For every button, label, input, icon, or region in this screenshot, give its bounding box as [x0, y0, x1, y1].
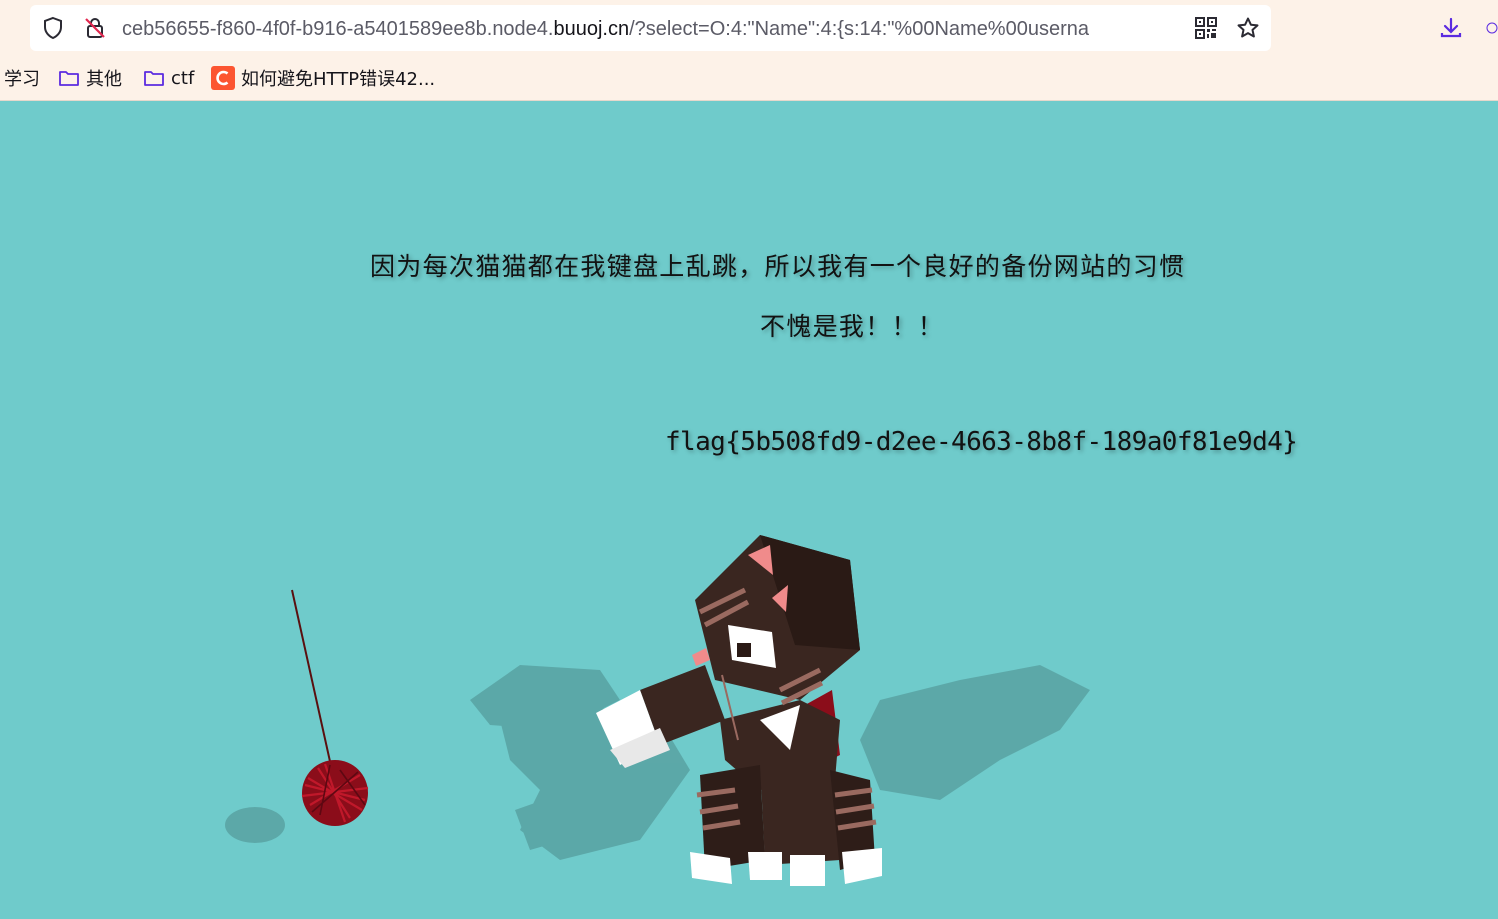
browser-chrome: ceb56655-f860-4f0f-b916-a5401589ee8b.nod…	[0, 0, 1498, 101]
page-content: 因为每次猫猫都在我键盘上乱跳，所以我有一个良好的备份网站的习惯 不愧是我！！！ …	[0, 101, 1498, 919]
folder-icon	[59, 71, 79, 86]
insecure-lock-icon[interactable]	[82, 15, 108, 41]
address-bar[interactable]: ceb56655-f860-4f0f-b916-a5401589ee8b.nod…	[30, 5, 1271, 51]
yarn-ball[interactable]	[301, 760, 369, 826]
bookmarks-toolbar: 学习 其他 ctf 如何避免HTTP错误42...	[0, 62, 1498, 94]
url-suffix: /?select=O:4:"Name":4:{s:14:"%00Name%00u…	[629, 18, 1089, 40]
bookmark-label: ctf	[171, 67, 195, 89]
bookmark-csdn-article[interactable]: 如何避免HTTP错误42...	[211, 66, 435, 90]
qr-code-icon[interactable]	[1194, 16, 1218, 40]
folder-icon	[144, 71, 164, 86]
bookmark-label: 其他	[86, 69, 122, 90]
download-icon[interactable]	[1438, 15, 1464, 41]
bookmark-label: 学习	[4, 69, 40, 90]
yarn-string	[291, 589, 334, 776]
bookmark-study[interactable]: 学习	[4, 66, 40, 90]
url-prefix: ceb56655-f860-4f0f-b916-a5401589ee8b.nod…	[122, 18, 554, 40]
url-text[interactable]: ceb56655-f860-4f0f-b916-a5401589ee8b.nod…	[122, 17, 1184, 41]
bookmark-ctf-folder[interactable]: ctf	[143, 66, 194, 90]
shield-icon[interactable]	[40, 15, 66, 41]
bookmark-other-folder[interactable]: 其他	[58, 66, 122, 90]
cat-scene	[225, 535, 1090, 886]
bookmark-label: 如何避免HTTP错误42...	[241, 69, 436, 90]
url-host: buuoj.cn	[553, 18, 630, 40]
account-icon[interactable]	[1486, 15, 1498, 41]
star-icon[interactable]	[1235, 15, 1261, 41]
csdn-logo-icon	[211, 66, 235, 90]
